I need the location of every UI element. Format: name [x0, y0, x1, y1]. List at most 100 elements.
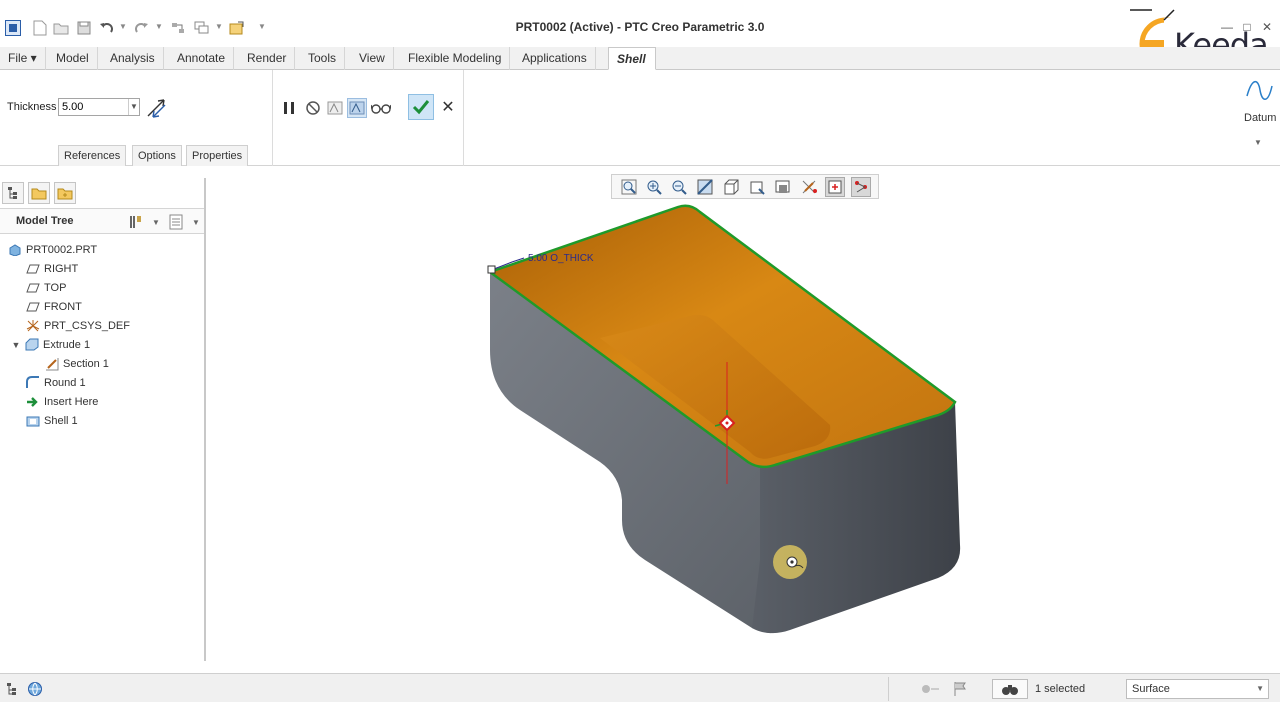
- thickness-dimension-label[interactable]: 5.00 O_THICK: [528, 253, 594, 264]
- thickness-label: Thickness: [7, 101, 57, 113]
- cancel-button[interactable]: ✕: [438, 97, 458, 117]
- refit-icon[interactable]: [619, 177, 639, 197]
- chevron-down-icon: ▼: [1256, 684, 1264, 693]
- attached-preview-icon[interactable]: [325, 98, 345, 118]
- datum-display-filters-icon[interactable]: [800, 177, 820, 197]
- model-tree-tab-icon[interactable]: [2, 182, 24, 204]
- model-tree-title: Model Tree: [16, 215, 74, 227]
- tab-options[interactable]: Options: [132, 145, 182, 166]
- detached-preview-icon[interactable]: [347, 98, 367, 118]
- shell-icon: [26, 415, 40, 427]
- tree-item-label: Round 1: [44, 376, 86, 389]
- drag-handle-icon: [718, 414, 736, 432]
- graphics-toolbar: [611, 174, 879, 199]
- part-icon: [8, 243, 22, 256]
- title-bar: ▼ ▼ ▼ ▼ PRT0002 (Active) - PTC Creo Para…: [0, 0, 1280, 50]
- no-preview-icon[interactable]: [303, 98, 323, 118]
- tree-item-label: Extrude 1: [43, 338, 91, 351]
- thickness-dropdown-icon[interactable]: ▼: [128, 99, 139, 115]
- datum-icon[interactable]: [1244, 78, 1274, 104]
- ok-button[interactable]: [408, 94, 434, 120]
- tab-render[interactable]: Render: [239, 47, 296, 70]
- tab-file[interactable]: File ▾: [0, 47, 46, 70]
- tree-item-label: PRT_CSYS_DEF: [44, 319, 130, 332]
- tree-item-csys[interactable]: PRT_CSYS_DEF: [26, 317, 130, 334]
- status-bar: 1 selected Surface ▼: [0, 673, 1280, 702]
- csys-icon: [26, 319, 40, 332]
- show-icon[interactable]: [169, 214, 183, 233]
- selection-filter-value: Surface: [1132, 683, 1170, 695]
- tab-references[interactable]: References: [58, 145, 127, 166]
- thickness-handle-icon[interactable]: [487, 265, 496, 274]
- spin-center-icon[interactable]: [825, 177, 845, 197]
- show-dropdown-icon[interactable]: ▼: [192, 218, 200, 227]
- extrude-icon: [25, 338, 39, 351]
- tree-item-part[interactable]: PRT0002.PRT: [8, 241, 97, 258]
- zoom-out-icon[interactable]: [669, 177, 689, 197]
- datum-plane-icon: [26, 263, 40, 275]
- tree-item-section[interactable]: Section 1: [45, 355, 109, 372]
- browser-icon[interactable]: [26, 680, 44, 698]
- find-button[interactable]: [992, 679, 1028, 699]
- datum-plane-icon: [26, 282, 40, 294]
- favorites-icon[interactable]: [54, 182, 76, 204]
- display-style-icon[interactable]: [721, 177, 741, 197]
- tree-item-shell[interactable]: Shell 1: [26, 412, 78, 429]
- round-icon: [26, 376, 40, 389]
- tab-flexible-modeling[interactable]: Flexible Modeling: [400, 47, 511, 70]
- tree-item-label: RIGHT: [44, 262, 79, 275]
- pause-icon[interactable]: [279, 98, 299, 118]
- shell-rim-edge: [487, 204, 957, 469]
- tab-analysis[interactable]: Analysis: [102, 47, 164, 70]
- tree-item-label: PRT0002.PRT: [26, 243, 98, 256]
- tab-annotate[interactable]: Annotate: [169, 47, 235, 70]
- tree-settings-dropdown-icon[interactable]: ▼: [152, 218, 160, 227]
- model-tree-panel: Model Tree ▼ ▼ PRT0002.PRT RIGHT TOP FRO…: [0, 178, 206, 661]
- selection-count: 1 selected: [1035, 683, 1086, 695]
- model-tree-header: Model Tree ▼ ▼: [0, 208, 204, 234]
- shell-outer-front-wall: [752, 402, 961, 634]
- tab-view[interactable]: View: [351, 47, 394, 70]
- cursor-highlight: [773, 545, 807, 579]
- flip-direction-icon[interactable]: [145, 97, 167, 119]
- tree-item-label: TOP: [44, 281, 67, 294]
- toggle-navigator-icon[interactable]: [4, 680, 22, 698]
- shell-inner-floor: [600, 314, 831, 459]
- tree-item-front[interactable]: FRONT: [26, 298, 82, 315]
- shell-outer-left-wall: [490, 272, 785, 634]
- repaint-icon[interactable]: [695, 177, 715, 197]
- tab-tools[interactable]: Tools: [300, 47, 346, 70]
- ribbon-tabs: File ▾ Model Analysis Annotate Render To…: [0, 47, 1280, 70]
- view-manager-icon[interactable]: [773, 177, 793, 197]
- ribbon-separator: [272, 70, 273, 166]
- datum-label[interactable]: Datum: [1244, 112, 1276, 124]
- selection-filter-select[interactable]: Surface ▼: [1126, 679, 1269, 699]
- flag-icon[interactable]: [951, 680, 969, 698]
- tree-item-insert-here[interactable]: Insert Here: [26, 393, 98, 410]
- datum-dropdown-icon[interactable]: ▼: [1254, 138, 1262, 147]
- tree-item-right[interactable]: RIGHT: [26, 260, 78, 277]
- window-title: PRT0002 (Active) - PTC Creo Parametric 3…: [515, 20, 765, 34]
- folder-browser-icon[interactable]: [28, 182, 50, 204]
- saved-orientations-icon[interactable]: [747, 177, 767, 197]
- status-separator: [888, 677, 889, 701]
- check-icon: [412, 100, 430, 115]
- tab-shell[interactable]: Shell: [608, 47, 656, 70]
- tab-applications[interactable]: Applications: [514, 47, 596, 70]
- zoom-in-icon[interactable]: [644, 177, 664, 197]
- tree-item-top[interactable]: TOP: [26, 279, 66, 296]
- expand-arrow-icon[interactable]: ▼: [11, 339, 21, 351]
- insert-arrow-icon: [26, 396, 40, 408]
- binoculars-icon: [1002, 685, 1018, 695]
- tab-model[interactable]: Model: [48, 47, 98, 70]
- shell-inner-cavity: [490, 205, 955, 467]
- tree-settings-icon[interactable]: [128, 214, 144, 233]
- tree-item-extrude[interactable]: ▼ Extrude 1: [11, 336, 90, 353]
- tree-item-label: Section 1: [63, 357, 109, 370]
- tree-item-round[interactable]: Round 1: [26, 374, 86, 391]
- verify-glasses-icon[interactable]: [371, 98, 391, 118]
- annotation-display-icon[interactable]: [851, 177, 871, 197]
- panel-tabs: [0, 178, 206, 206]
- tab-properties[interactable]: Properties: [186, 145, 249, 166]
- sketch-icon: [45, 357, 59, 370]
